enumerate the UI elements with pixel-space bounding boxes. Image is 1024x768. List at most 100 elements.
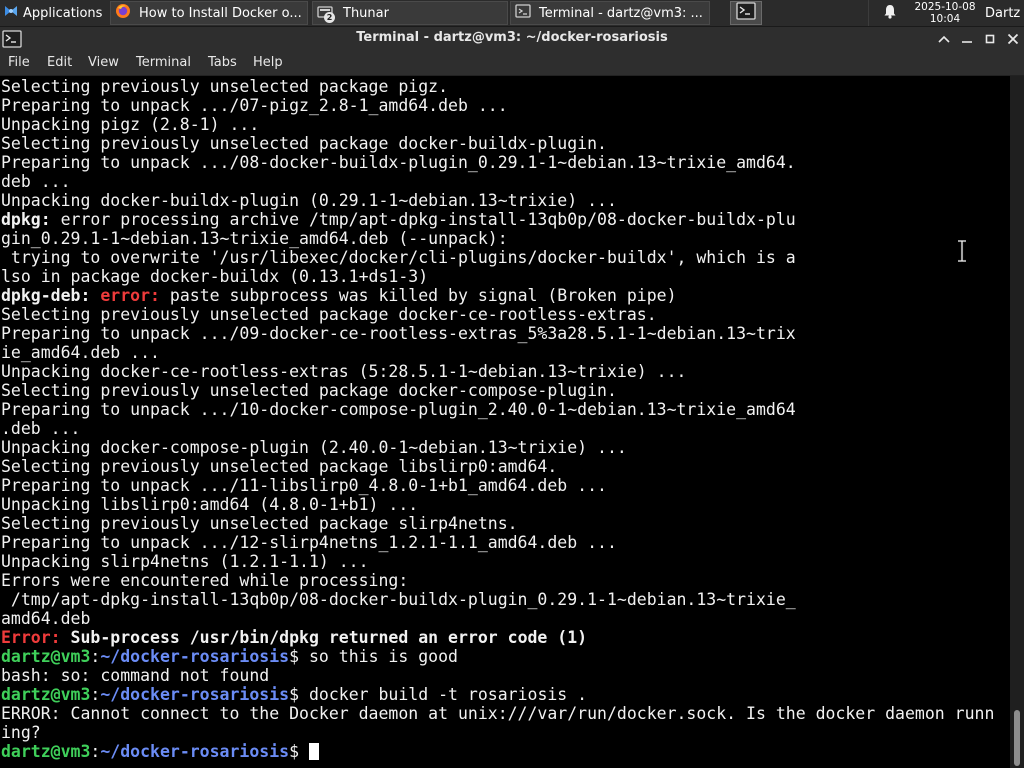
terminal-segment: dartz@vm3: [1, 742, 91, 761]
terminal-output-area[interactable]: Selecting previously unselected package …: [0, 76, 1010, 768]
terminal-segment: Selecting previously unselected package …: [1, 514, 518, 533]
terminal-line: ie_amd64.deb ...: [1, 343, 994, 362]
taskbar-thunar-label: Thunar: [343, 5, 389, 21]
taskbar-firefox[interactable]: How to Install Docker o...: [110, 1, 308, 25]
terminal-segment: :: [90, 685, 101, 704]
panel-clock[interactable]: 2025-10-08 10:04: [906, 0, 984, 26]
terminal-segment: Selecting previously unselected package …: [1, 77, 449, 96]
folder-icon: 2: [317, 4, 335, 23]
user-menu[interactable]: Dartz: [985, 0, 1024, 26]
terminal-segment: $ docker build -t rosariosis .: [289, 685, 588, 704]
terminal-segment: gin_0.29.1-1~debian.13~trixie_amd64.deb …: [1, 229, 508, 248]
terminal-line: Unpacking docker-ce-rootless-extras (5:2…: [1, 362, 994, 381]
chevron-up-icon: [938, 35, 950, 43]
restore-button[interactable]: [980, 29, 1000, 49]
close-button[interactable]: [1003, 29, 1023, 49]
terminal-line: dpkg-deb: error: paste subprocess was ki…: [1, 286, 994, 305]
terminal-segment: lso in package docker-buildx (0.13.1+ds1…: [1, 267, 429, 286]
terminal-launcher-icon: [736, 2, 756, 24]
menu-view[interactable]: View: [88, 55, 119, 70]
terminal-segment: Preparing to unpack .../11-libslirp0_4.8…: [1, 476, 607, 495]
terminal-launcher[interactable]: [730, 1, 762, 25]
window-title: Terminal - dartz@vm3: ~/docker-rosariosi…: [356, 30, 668, 45]
terminal-segment: /tmp/apt-dpkg-install-13qb0p/08-docker-b…: [1, 590, 796, 609]
terminal-line: Preparing to unpack .../12-slirp4netns_1…: [1, 533, 994, 552]
terminal-segment: $ so this is good: [289, 647, 458, 666]
terminal-line: .deb ...: [1, 419, 994, 438]
terminal-icon: [515, 3, 531, 23]
terminal-segment: Unpacking docker-ce-rootless-extras (5:2…: [1, 362, 687, 381]
terminal-segment: Sub-process /usr/bin/dpkg returned an er…: [60, 628, 588, 647]
terminal-segment: paste subprocess was killed by signal (B…: [159, 286, 677, 305]
terminal-line: dartz@vm3:~/docker-rosariosis$ docker bu…: [1, 685, 994, 704]
terminal-line: amd64.deb: [1, 609, 994, 628]
menu-help[interactable]: Help: [253, 55, 283, 70]
notifications-bell[interactable]: [880, 0, 900, 26]
terminal-segment: ~/docker-rosariosis: [100, 742, 290, 761]
terminal-line: Unpacking libslirp0:amd64 (4.8.0-1+b1) .…: [1, 495, 994, 514]
clock-time: 10:04: [929, 13, 961, 25]
terminal-line: Preparing to unpack .../11-libslirp0_4.8…: [1, 476, 994, 495]
menu-edit[interactable]: Edit: [47, 55, 72, 70]
terminal-segment: amd64.deb: [1, 609, 91, 628]
terminal-segment: Selecting previously unselected package …: [1, 381, 617, 400]
terminal-segment: .deb ...: [1, 419, 81, 438]
terminal-segment: ~/docker-rosariosis: [100, 685, 290, 704]
terminal-segment: Preparing to unpack .../10-docker-compos…: [1, 400, 796, 419]
terminal-segment: Selecting previously unselected package …: [1, 305, 657, 324]
terminal-segment: Preparing to unpack .../07-pigz_2.8-1_am…: [1, 96, 508, 115]
terminal-segment: bash: so: command not found: [1, 666, 270, 685]
terminal-line: Preparing to unpack .../08-docker-buildx…: [1, 153, 994, 172]
terminal-line: Unpacking pigz (2.8-1) ...: [1, 115, 994, 134]
menu-file[interactable]: File: [8, 55, 30, 70]
menu-tabs[interactable]: Tabs: [208, 55, 237, 70]
terminal-line: dartz@vm3:~/docker-rosariosis$: [1, 742, 994, 761]
terminal-line: /tmp/apt-dpkg-install-13qb0p/08-docker-b…: [1, 590, 994, 609]
terminal-segment: dpkg:: [1, 210, 51, 229]
terminal-segment: dartz@vm3: [1, 685, 91, 704]
applications-menu[interactable]: Applications: [0, 0, 108, 26]
terminal-line: Errors were encountered while processing…: [1, 571, 994, 590]
maximize-button[interactable]: [934, 29, 954, 49]
terminal-line: Preparing to unpack .../09-docker-ce-roo…: [1, 324, 994, 343]
restore-icon: [985, 34, 995, 44]
taskbar-firefox-label: How to Install Docker o...: [139, 5, 302, 21]
terminal-text[interactable]: Selecting previously unselected package …: [1, 77, 994, 761]
terminal-line: trying to overwrite '/usr/libexec/docker…: [1, 248, 994, 267]
terminal-line: Preparing to unpack .../10-docker-compos…: [1, 400, 994, 419]
taskbar-thunar[interactable]: 2 Thunar: [312, 1, 508, 25]
terminal-segment: Error:: [1, 628, 61, 647]
firefox-icon: [115, 3, 131, 23]
taskbar-terminal[interactable]: Terminal - dartz@vm3: ...: [510, 1, 710, 25]
applications-icon: [3, 3, 19, 23]
terminal-line: Selecting previously unselected package …: [1, 381, 994, 400]
terminal-line: bash: so: command not found: [1, 666, 994, 685]
terminal-scrollbar[interactable]: [1010, 76, 1024, 768]
terminal-line: dartz@vm3:~/docker-rosariosis$ so this i…: [1, 647, 994, 666]
terminal-line: Error: Sub-process /usr/bin/dpkg returne…: [1, 628, 994, 647]
terminal-segment: Preparing to unpack .../08-docker-buildx…: [1, 153, 796, 172]
window-count-badge: 2: [324, 12, 335, 23]
close-icon: [1007, 33, 1019, 45]
terminal-segment: dpkg-deb:: [1, 286, 91, 305]
terminal-line: dpkg: error processing archive /tmp/apt-…: [1, 210, 994, 229]
menu-terminal[interactable]: Terminal: [136, 55, 191, 70]
terminal-line: Selecting previously unselected package …: [1, 305, 994, 324]
terminal-segment: Unpacking docker-compose-plugin (2.40.0-…: [1, 438, 627, 457]
terminal-segment: Errors were encountered while processing…: [1, 571, 409, 590]
minimize-button[interactable]: [957, 29, 977, 49]
terminal-segment: :: [90, 647, 101, 666]
terminal-segment: trying to overwrite '/usr/libexec/docker…: [1, 248, 796, 267]
minimize-icon: [962, 41, 972, 43]
scrollbar-thumb[interactable]: [1014, 710, 1020, 766]
taskbar-terminal-label: Terminal - dartz@vm3: ...: [539, 5, 703, 21]
applications-label: Applications: [23, 5, 103, 21]
terminal-segment: Selecting previously unselected package …: [1, 457, 558, 476]
text-cursor-icon: [956, 239, 968, 266]
bell-icon: [883, 4, 897, 23]
terminal-cursor: [308, 743, 319, 760]
terminal-line: deb ...: [1, 172, 994, 191]
window-titlebar[interactable]: Terminal - dartz@vm3: ~/docker-rosariosi…: [0, 27, 1024, 51]
terminal-line: ing?: [1, 723, 994, 742]
terminal-segment: Selecting previously unselected package …: [1, 134, 607, 153]
